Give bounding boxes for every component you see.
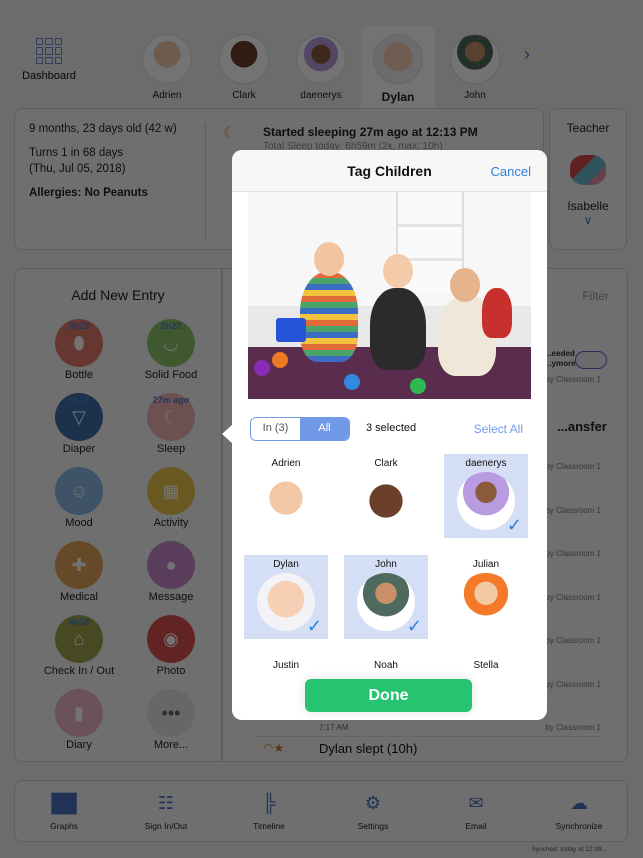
child-cell-john[interactable]: John ✓ [344, 555, 428, 639]
selected-count: 3 selected [366, 422, 417, 434]
child-cell-julian[interactable]: Julian [444, 555, 528, 639]
child-name: Stella [473, 660, 499, 670]
child-name: daenerys [465, 458, 507, 469]
child-cell-justin[interactable]: Justin [244, 656, 328, 670]
filter-in-tab[interactable]: In (3) [251, 418, 300, 440]
child-name: Adrien [271, 458, 301, 469]
child-cell-dylan[interactable]: Dylan ✓ [244, 555, 328, 639]
checkmark-icon: ✓ [506, 515, 522, 535]
child-photo [257, 472, 315, 530]
tagged-photo [248, 192, 531, 399]
children-grid[interactable]: Adrien Clark daenerys ✓ Dylan ✓ John ✓ Julian Jus… [244, 454, 536, 670]
filter-all-tab[interactable]: All [300, 418, 349, 440]
child-photo [357, 472, 415, 530]
child-name: Clark [374, 458, 398, 469]
done-button[interactable]: Done [305, 679, 472, 712]
child-cell-daenerys[interactable]: daenerys ✓ [444, 454, 528, 538]
child-name: Julian [472, 559, 500, 570]
child-cell-clark[interactable]: Clark [344, 454, 428, 538]
child-photo [457, 573, 515, 631]
child-name: Justin [272, 660, 300, 670]
select-all-button[interactable]: Select All [474, 422, 523, 436]
child-cell-noah[interactable]: Noah [344, 656, 428, 670]
filter-segmented-control: In (3) All [250, 417, 350, 441]
child-cell-stella[interactable]: Stella [444, 656, 528, 670]
child-cell-adrien[interactable]: Adrien [244, 454, 328, 538]
cancel-button[interactable]: Cancel [491, 164, 531, 179]
tag-children-modal: Tag Children Cancel In (3) All 3 selecte… [232, 150, 547, 720]
child-name: John [375, 559, 397, 570]
child-name: Dylan [273, 559, 299, 570]
checkmark-icon: ✓ [406, 616, 422, 636]
modal-header: Tag Children Cancel [232, 150, 547, 192]
child-name: Noah [374, 660, 398, 670]
checkmark-icon: ✓ [306, 616, 322, 636]
